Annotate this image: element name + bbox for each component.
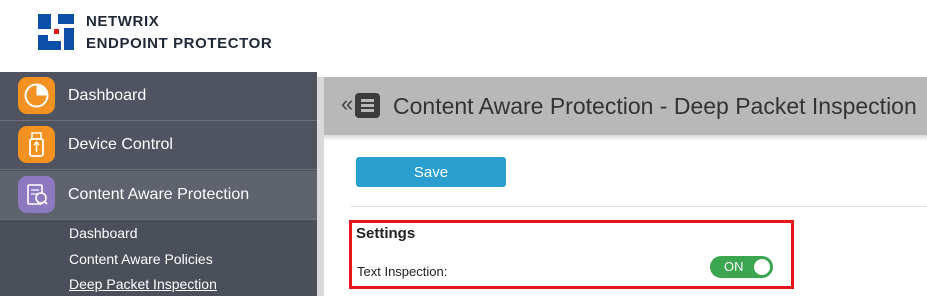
brand-line2: ENDPOINT PROTECTOR bbox=[86, 35, 273, 52]
save-button[interactable]: Save bbox=[356, 157, 506, 187]
sidebar-item-device-control[interactable]: Device Control bbox=[0, 121, 317, 170]
subnav-item-dashboard[interactable]: Dashboard bbox=[69, 225, 138, 241]
dashboard-pie-icon bbox=[18, 77, 55, 114]
subnav-item-content-aware-policies[interactable]: Content Aware Policies bbox=[69, 251, 213, 267]
menu-icon[interactable] bbox=[355, 93, 380, 118]
toggle-state-label: ON bbox=[724, 259, 744, 274]
page-header: « Content Aware Protection - Deep Packet… bbox=[324, 77, 927, 135]
text-inspection-toggle[interactable]: ON bbox=[710, 256, 773, 278]
sidebar-item-label: Device Control bbox=[68, 136, 173, 153]
header-shadow bbox=[324, 135, 927, 141]
usb-icon bbox=[18, 126, 55, 163]
netwrix-logo-icon bbox=[38, 14, 74, 50]
sidebar-item-label: Content Aware Protection bbox=[68, 186, 250, 203]
page-title: Content Aware Protection - Deep Packet I… bbox=[393, 93, 917, 119]
divider bbox=[350, 206, 927, 207]
sidebar-item-label: Dashboard bbox=[68, 87, 147, 104]
app-header: NETWRIX ENDPOINT PROTECTOR bbox=[0, 0, 927, 77]
brand-name: NETWRIX ENDPOINT PROTECTOR bbox=[86, 11, 272, 55]
toggle-knob bbox=[754, 259, 770, 275]
sidebar: Dashboard Device Control Content Aware P… bbox=[0, 72, 317, 296]
sidebar-item-dashboard[interactable]: Dashboard bbox=[0, 72, 317, 121]
settings-title: Settings bbox=[356, 225, 416, 242]
brand-line1: NETWRIX bbox=[86, 13, 160, 30]
sidebar-item-content-aware-protection[interactable]: Content Aware Protection bbox=[0, 171, 317, 220]
text-inspection-label: Text Inspection: bbox=[357, 264, 448, 279]
sidebar-scrollbar[interactable] bbox=[317, 77, 324, 296]
document-scan-icon bbox=[18, 176, 55, 213]
subnav-item-deep-packet-inspection[interactable]: Deep Packet Inspection bbox=[69, 276, 217, 292]
collapse-sidebar-icon[interactable]: « bbox=[341, 92, 353, 116]
